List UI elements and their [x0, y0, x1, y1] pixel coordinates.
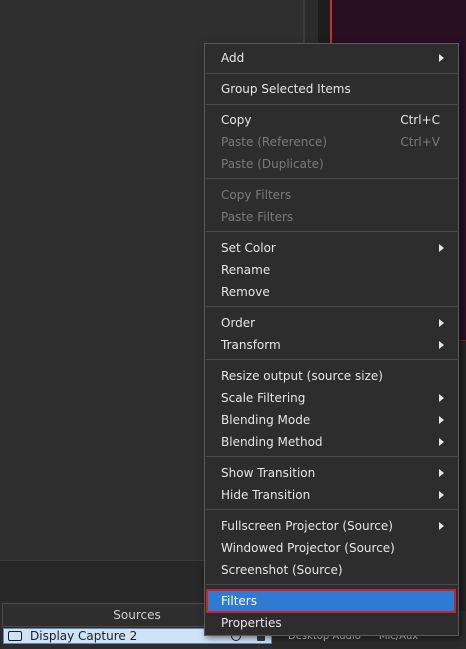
menu-item-label: Paste (Reference)	[221, 135, 327, 149]
source-row-next[interactable]	[3, 645, 272, 649]
menu-item-label: Resize output (source size)	[221, 369, 383, 383]
submenu-arrow-icon	[439, 438, 444, 446]
menu-item-copy[interactable]: Copy Ctrl+C	[205, 109, 458, 131]
menu-item-label: Blending Method	[221, 435, 323, 449]
source-label: Display Capture 2	[30, 629, 138, 643]
menu-item-properties[interactable]: Properties	[205, 612, 458, 634]
menu-item-group-selected-items[interactable]: Group Selected Items	[205, 78, 458, 100]
menu-separator	[206, 456, 457, 457]
menu-item-rename[interactable]: Rename	[205, 259, 458, 281]
menu-item-blending-mode[interactable]: Blending Mode	[205, 409, 458, 431]
obs-window: Sources Display Capture 2 Desktop Audio …	[0, 0, 466, 649]
menu-item-add[interactable]: Add	[205, 47, 458, 69]
menu-item-shortcut: Ctrl+V	[400, 135, 440, 149]
menu-separator	[206, 584, 457, 585]
menu-item-copy-filters: Copy Filters	[205, 184, 458, 206]
menu-item-label: Paste (Duplicate)	[221, 157, 324, 171]
submenu-arrow-icon	[439, 469, 444, 477]
menu-item-windowed-projector[interactable]: Windowed Projector (Source)	[205, 537, 458, 559]
menu-item-resize-output[interactable]: Resize output (source size)	[205, 365, 458, 387]
submenu-arrow-icon	[439, 54, 444, 62]
submenu-arrow-icon	[439, 394, 444, 402]
submenu-arrow-icon	[439, 319, 444, 327]
monitor-icon	[8, 631, 22, 641]
submenu-arrow-icon	[439, 341, 444, 349]
menu-item-blending-method[interactable]: Blending Method	[205, 431, 458, 453]
menu-item-show-transition[interactable]: Show Transition	[205, 462, 458, 484]
menu-item-label: Blending Mode	[221, 413, 311, 427]
submenu-arrow-icon	[439, 244, 444, 252]
menu-item-label: Transform	[221, 338, 281, 352]
menu-item-label: Remove	[221, 285, 270, 299]
menu-item-label: Show Transition	[221, 466, 316, 480]
menu-item-label: Filters	[221, 594, 257, 608]
menu-item-paste-reference: Paste (Reference) Ctrl+V	[205, 131, 458, 153]
menu-item-label: Fullscreen Projector (Source)	[221, 519, 393, 533]
menu-item-hide-transition[interactable]: Hide Transition	[205, 484, 458, 506]
menu-item-label: Group Selected Items	[221, 82, 351, 96]
submenu-arrow-icon	[439, 491, 444, 499]
menu-separator	[206, 178, 457, 179]
menu-item-set-color[interactable]: Set Color	[205, 237, 458, 259]
menu-item-label: Copy	[221, 113, 252, 127]
source-context-menu: Add Group Selected Items Copy Ctrl+C Pas…	[204, 43, 459, 636]
menu-item-screenshot[interactable]: Screenshot (Source)	[205, 559, 458, 581]
menu-separator	[206, 359, 457, 360]
menu-item-filters[interactable]: Filters	[206, 589, 456, 613]
menu-item-label: Order	[221, 316, 256, 330]
menu-item-label: Screenshot (Source)	[221, 563, 343, 577]
menu-item-label: Set Color	[221, 241, 276, 255]
submenu-arrow-icon	[439, 522, 444, 530]
menu-item-label: Copy Filters	[221, 188, 292, 202]
menu-separator	[206, 509, 457, 510]
menu-item-label: Hide Transition	[221, 488, 311, 502]
menu-item-shortcut: Ctrl+C	[400, 113, 440, 127]
menu-item-label: Windowed Projector (Source)	[221, 541, 395, 555]
menu-item-label: Add	[221, 51, 245, 65]
menu-item-label: Properties	[221, 616, 282, 630]
menu-item-label: Scale Filtering	[221, 391, 306, 405]
menu-separator	[206, 104, 457, 105]
menu-separator	[206, 306, 457, 307]
menu-item-order[interactable]: Order	[205, 312, 458, 334]
menu-item-paste-duplicate: Paste (Duplicate)	[205, 153, 458, 175]
menu-item-fullscreen-projector[interactable]: Fullscreen Projector (Source)	[205, 515, 458, 537]
menu-item-transform[interactable]: Transform	[205, 334, 458, 356]
menu-item-paste-filters: Paste Filters	[205, 206, 458, 228]
menu-item-label: Rename	[221, 263, 271, 277]
menu-item-remove[interactable]: Remove	[205, 281, 458, 303]
menu-item-scale-filtering[interactable]: Scale Filtering	[205, 387, 458, 409]
menu-separator	[206, 231, 457, 232]
menu-item-label: Paste Filters	[221, 210, 294, 224]
menu-separator	[206, 73, 457, 74]
submenu-arrow-icon	[439, 416, 444, 424]
